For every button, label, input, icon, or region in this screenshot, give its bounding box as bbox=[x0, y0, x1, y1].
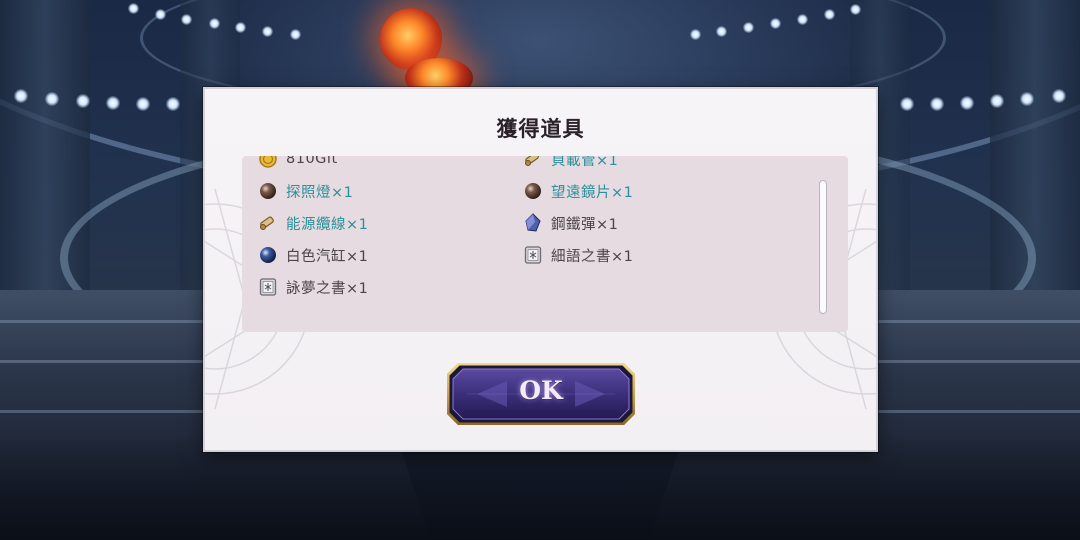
brown-orb-icon bbox=[258, 181, 278, 201]
item-name: 能源纜線×1 bbox=[286, 216, 369, 233]
ok-button[interactable]: OK bbox=[446, 362, 636, 426]
item-list-panel[interactable]: 810Git 頁載管×1 探照燈×1 望遠鏡片×1 能源纜線×1 鋼鐵彈×1 白色汽缸×1 細… bbox=[242, 156, 848, 332]
ceiling-light bbox=[690, 29, 701, 40]
blue-orb-icon bbox=[258, 245, 278, 265]
item-name: 810Git bbox=[286, 156, 338, 167]
dialog-title: 獲得道具 bbox=[496, 116, 585, 141]
ceiling-light bbox=[45, 92, 59, 106]
item-entry: 810Git bbox=[258, 156, 338, 172]
ceiling-light bbox=[76, 94, 90, 108]
item-entry: 探照燈×1 bbox=[258, 178, 353, 204]
item-entry: 白色汽缸×1 bbox=[258, 242, 368, 268]
ceiling-light bbox=[155, 9, 166, 20]
item-name: 白色汽缸×1 bbox=[286, 248, 369, 265]
item-entry: 細語之書×1 bbox=[523, 242, 633, 268]
item-entry: 能源纜線×1 bbox=[258, 210, 368, 236]
item-name: 鋼鐵彈×1 bbox=[551, 216, 619, 233]
book-icon bbox=[523, 245, 543, 265]
ceiling-light bbox=[990, 94, 1004, 108]
ceiling-light bbox=[106, 96, 120, 110]
ceiling-light bbox=[1020, 92, 1034, 106]
ceiling-light bbox=[1052, 89, 1066, 103]
ceiling-light bbox=[235, 22, 246, 33]
ceiling-light bbox=[797, 14, 808, 25]
ceiling-light bbox=[209, 18, 220, 29]
item-entry: 詠夢之書×1 bbox=[258, 274, 368, 300]
ceiling-light bbox=[181, 14, 192, 25]
ceiling-light bbox=[166, 97, 180, 111]
item-acquired-dialog: 獲得道具 810Git 頁載管×1 探照燈×1 望遠鏡片×1 能源纜線×1 鋼鐵彈×1 白色… bbox=[203, 87, 878, 452]
item-name: 望遠鏡片×1 bbox=[551, 184, 634, 201]
item-name: 詠夢之書×1 bbox=[286, 280, 369, 297]
ceiling-light bbox=[770, 18, 781, 29]
ok-button-label: OK bbox=[519, 376, 563, 405]
scroll-tube-icon bbox=[258, 213, 278, 233]
list-scrollbar[interactable] bbox=[819, 180, 827, 314]
scroll-tube-icon bbox=[523, 156, 543, 169]
ceiling-light bbox=[824, 9, 835, 20]
ceiling-light bbox=[716, 26, 727, 37]
ceiling-light bbox=[743, 22, 754, 33]
item-name: 頁載管×1 bbox=[551, 156, 619, 169]
ceiling-light bbox=[850, 4, 861, 15]
ceiling-light bbox=[290, 29, 301, 40]
ceiling-light bbox=[136, 97, 150, 111]
brown-orb-icon bbox=[523, 181, 543, 201]
item-entry: 頁載管×1 bbox=[523, 156, 618, 172]
item-entry: 鋼鐵彈×1 bbox=[523, 210, 618, 236]
ceiling-light bbox=[960, 96, 974, 110]
ceiling-light bbox=[14, 89, 28, 103]
crystal-icon bbox=[523, 213, 543, 233]
item-name: 細語之書×1 bbox=[551, 248, 634, 265]
ceiling-light bbox=[930, 97, 944, 111]
item-name: 探照燈×1 bbox=[286, 184, 354, 201]
item-entry: 望遠鏡片×1 bbox=[523, 178, 633, 204]
book-icon bbox=[258, 277, 278, 297]
ceiling-light bbox=[128, 3, 139, 14]
ceiling-light bbox=[900, 97, 914, 111]
ceiling-light bbox=[262, 26, 273, 37]
coin-icon bbox=[258, 156, 278, 169]
